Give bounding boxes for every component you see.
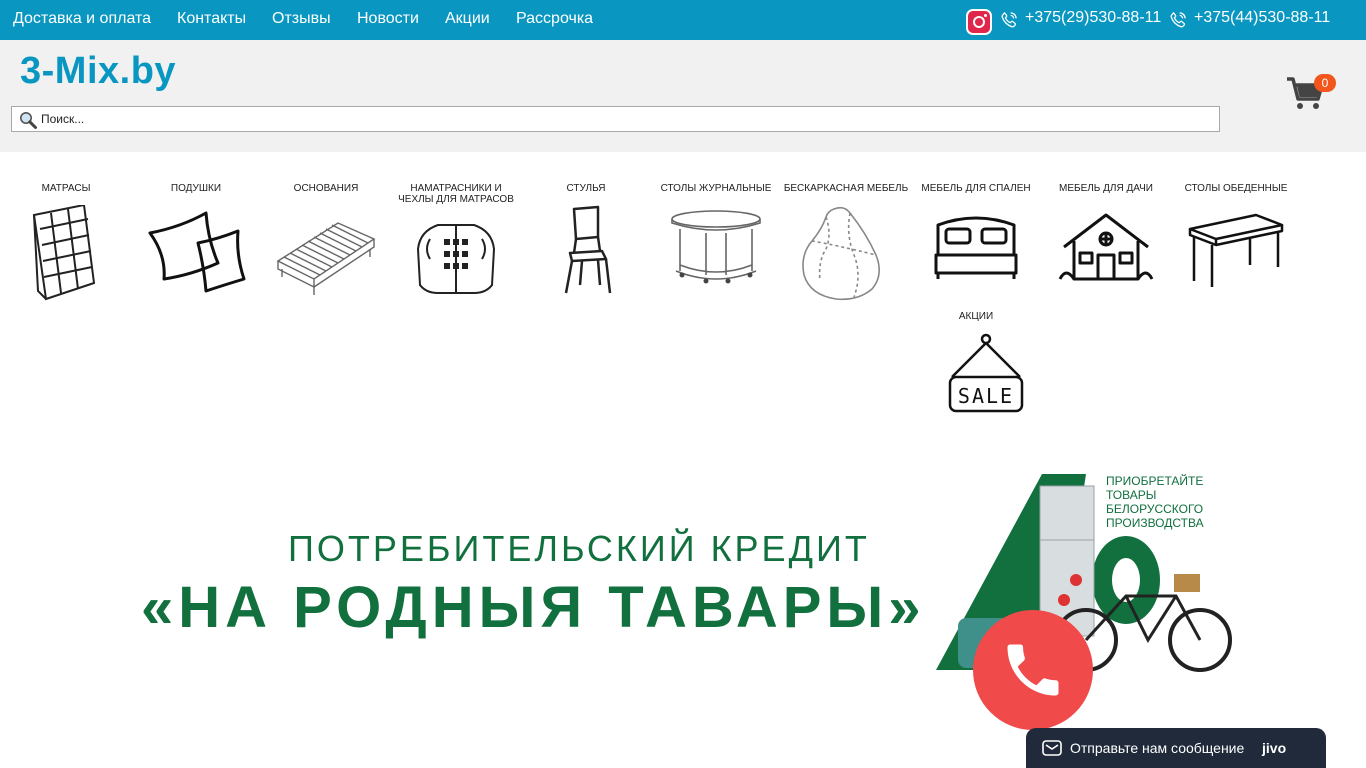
category-label: Столы журнальные xyxy=(660,183,772,194)
category-coffee-tables[interactable]: Столы журнальные xyxy=(652,183,780,305)
category-garden-furniture[interactable]: Мебель для дачи xyxy=(1042,183,1170,305)
nav-reviews[interactable]: Отзывы xyxy=(272,10,331,28)
category-label: Бескаркасная мебель xyxy=(783,183,909,194)
search-box xyxy=(11,106,1220,132)
callback-button[interactable] xyxy=(973,610,1093,730)
category-mattresses[interactable]: Матрасы xyxy=(2,183,130,305)
phone-icon xyxy=(1170,11,1186,28)
category-label: Матрасы xyxy=(41,183,91,194)
dining-table-icon xyxy=(1188,213,1284,287)
site-header: 3-Mix.by 0 xyxy=(0,40,1366,152)
category-dining-tables[interactable]: Столы обеденные xyxy=(1172,183,1300,305)
chat-brand-logo: jivo xyxy=(1262,740,1287,756)
category-bases[interactable]: Основания xyxy=(262,183,390,305)
category-bedroom-furniture[interactable]: Мебель для спален xyxy=(912,183,1040,305)
nav-promotions[interactable]: Акции xyxy=(445,10,490,28)
phone-number-2[interactable]: +375(44)530-88-11 xyxy=(1194,9,1330,27)
mattress-icon xyxy=(32,205,96,301)
category-label: Мебель для дачи xyxy=(1059,183,1153,194)
cart-count-badge: 0 xyxy=(1314,74,1336,92)
envelope-icon xyxy=(1042,740,1062,756)
nav-installments[interactable]: Рассрочка xyxy=(516,10,593,28)
category-label: Основания xyxy=(293,183,359,194)
search-input[interactable] xyxy=(41,110,1201,128)
category-beanbags[interactable]: Бескаркасная мебель xyxy=(782,183,910,305)
top-bar: Доставка и оплата Контакты Отзывы Новост… xyxy=(0,0,1366,40)
banner-line-2: «НА РОДНЫЯ ТАВАРЫ» xyxy=(141,575,926,640)
category-label: Столы обеденные xyxy=(1184,183,1288,194)
category-chairs[interactable]: Стулья xyxy=(522,183,650,305)
phone-icon xyxy=(1001,11,1017,28)
category-label: Наматрасники и чехлы для матрасов xyxy=(398,183,514,205)
site-logo[interactable]: 3-Mix.by xyxy=(20,50,176,93)
chair-icon xyxy=(564,205,612,294)
chat-prompt: Отправьте нам сообщение xyxy=(1070,740,1245,756)
category-label: Акции xyxy=(958,311,994,322)
house-icon xyxy=(1058,213,1154,281)
bed-icon xyxy=(934,216,1018,279)
category-pillows[interactable]: Подушки xyxy=(132,183,260,305)
category-label: Подушки xyxy=(170,183,222,194)
bed-base-icon xyxy=(276,222,376,295)
topper-icon xyxy=(416,224,496,294)
category-mattress-toppers[interactable]: Наматрасники и чехлы для матрасов xyxy=(392,183,520,305)
banner-line-1: ПОТРЕБИТЕЛЬСКИЙ КРЕДИТ xyxy=(288,528,870,569)
nav-delivery[interactable]: Доставка и оплата xyxy=(13,10,151,28)
chat-widget[interactable]: Отправьте нам сообщение jivo xyxy=(1026,728,1326,768)
category-label: Мебель для спален xyxy=(921,183,1031,194)
instagram-icon[interactable] xyxy=(966,9,992,35)
banner-side-text: Приобретайте товары белорусского произво… xyxy=(1106,474,1204,530)
sale-sign-icon: SALE xyxy=(948,333,1024,413)
svg-text:SALE: SALE xyxy=(958,384,1014,408)
search-icon[interactable] xyxy=(18,110,38,130)
phone-number-1[interactable]: +375(29)530-88-11 xyxy=(1025,9,1161,27)
category-label: Стулья xyxy=(566,183,606,194)
phone-handset-icon xyxy=(1007,644,1059,696)
pillow-icon xyxy=(148,211,246,293)
nav-contacts[interactable]: Контакты xyxy=(177,10,246,28)
coffee-table-icon xyxy=(671,210,761,284)
category-sale[interactable]: Акции SALE xyxy=(912,311,1040,433)
beanbag-icon xyxy=(802,206,880,301)
nav-news[interactable]: Новости xyxy=(357,10,419,28)
